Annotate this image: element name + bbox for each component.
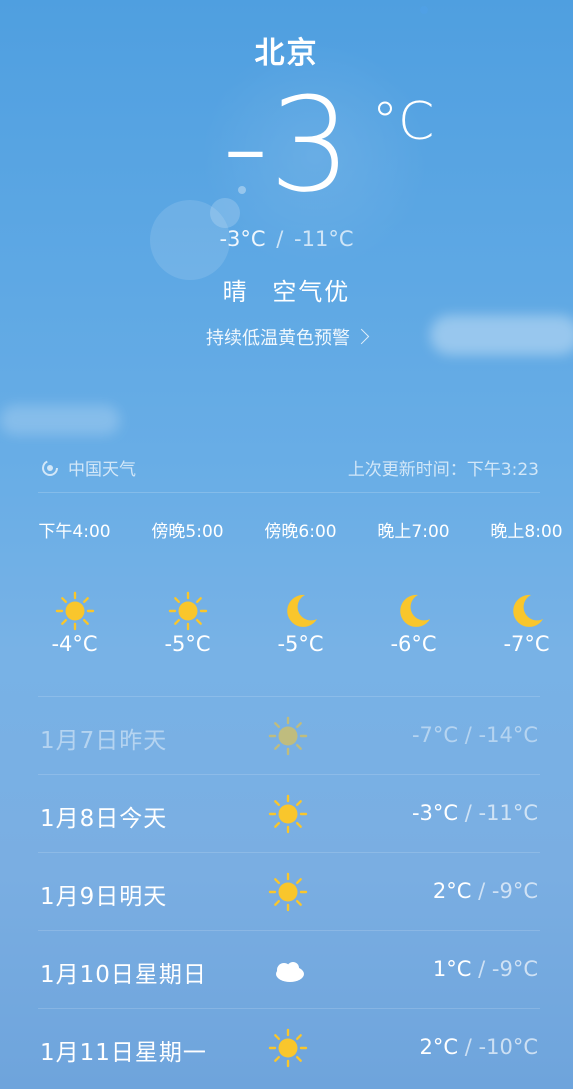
daily-date: 1月9日明天 <box>40 884 168 910</box>
divider <box>38 492 540 493</box>
daily-high: 2°C <box>419 1035 459 1059</box>
daily-high: -7°C <box>411 723 459 747</box>
daily-high: 1°C <box>432 957 472 981</box>
air-quality[interactable]: 空气优 <box>272 278 350 306</box>
sun-glare <box>420 6 428 14</box>
last-updated-time: 上次更新时间：下午3:23 <box>347 460 539 480</box>
daily-row[interactable]: 1月9日明天 2°C / -9°C <box>38 852 540 930</box>
daily-temp-range: 1°C / -9°C <box>432 957 538 981</box>
today-low: -11°C <box>294 227 354 251</box>
daily-date: 1月11日星期一 <box>40 1040 207 1066</box>
range-separator: / <box>276 227 284 251</box>
city-name: 北京 <box>254 36 319 71</box>
daily-row[interactable]: 1月11日星期一 2°C / -10°C <box>38 1008 540 1086</box>
hourly-time: 下午4:00 <box>38 522 111 542</box>
hourly-item: 傍晚5:00 -5°C <box>131 518 244 656</box>
daily-row[interactable]: 1月7日昨天 -7°C / -14°C <box>38 696 540 774</box>
weather-condition: 晴 <box>222 278 249 306</box>
cloud-icon <box>266 949 310 991</box>
daily-date: 1月10日星期日 <box>40 962 207 988</box>
daily-date: 1月7日昨天 <box>40 728 168 754</box>
background-cloud <box>0 405 120 435</box>
chevron-right-icon <box>353 328 370 345</box>
daily-row[interactable]: 1月10日星期日 1°C / -9°C <box>38 930 540 1008</box>
daily-date: 1月8日今天 <box>40 806 168 832</box>
hourly-time: 晚上7:00 <box>377 522 450 542</box>
hourly-time: 傍晚6:00 <box>264 522 337 542</box>
today-range: -3°C / -11°C <box>0 227 573 251</box>
hourly-temp: -5°C <box>277 632 324 656</box>
hourly-item: 晚上8:00 -7°C <box>470 518 573 656</box>
sun-icon <box>266 1027 310 1069</box>
provider-label: 中国天气 <box>40 455 136 480</box>
sun-icon <box>266 871 310 913</box>
daily-low: -10°C <box>478 1035 538 1059</box>
hourly-time: 晚上8:00 <box>490 522 563 542</box>
provider-name: 中国天气 <box>68 460 136 480</box>
hourly-item: 傍晚6:00 -5°C <box>244 518 357 656</box>
sun-icon <box>266 793 310 835</box>
weather-warning-link[interactable]: 持续低温黄色预警 <box>0 324 573 350</box>
daily-temp-range: -3°C / -11°C <box>411 801 538 825</box>
current-temp-value: -3 <box>222 69 352 221</box>
hourly-temp: -6°C <box>390 632 437 656</box>
hourly-time: 傍晚5:00 <box>151 522 224 542</box>
daily-high: -3°C <box>411 801 459 825</box>
daily-low: -9°C <box>491 879 538 903</box>
current-temp-unit: °C <box>372 92 435 152</box>
hourly-forecast[interactable]: 下午4:00 -4°C 傍晚5:00 -5°C 傍晚6:00 -5°C 晚上7:… <box>18 518 573 678</box>
daily-temp-range: 2°C / -10°C <box>419 1035 538 1059</box>
today-high: -3°C <box>219 227 266 251</box>
daily-row[interactable]: 1月8日今天 -3°C / -11°C <box>38 774 540 852</box>
daily-forecast: 1月7日昨天 -7°C / -14°C 1月8日今天 -3°C / -11°C … <box>38 696 540 1086</box>
current-temperature: -3 °C <box>0 80 573 220</box>
daily-high: 2°C <box>432 879 472 903</box>
hourly-item: 晚上7:00 -6°C <box>357 518 470 656</box>
hourly-temp: -5°C <box>164 632 211 656</box>
sun-icon <box>266 715 310 757</box>
warning-text: 持续低温黄色预警 <box>206 328 350 349</box>
condition-line: 晴 空气优 <box>0 272 573 307</box>
hourly-temp: -7°C <box>503 632 550 656</box>
daily-low: -11°C <box>478 801 538 825</box>
daily-low: -9°C <box>491 957 538 981</box>
daily-temp-range: 2°C / -9°C <box>432 879 538 903</box>
daily-low: -14°C <box>478 723 538 747</box>
hourly-temp: -4°C <box>51 632 98 656</box>
hourly-item: 下午4:00 -4°C <box>18 518 131 656</box>
daily-temp-range: -7°C / -14°C <box>411 723 538 747</box>
provider-logo-icon <box>42 459 58 476</box>
